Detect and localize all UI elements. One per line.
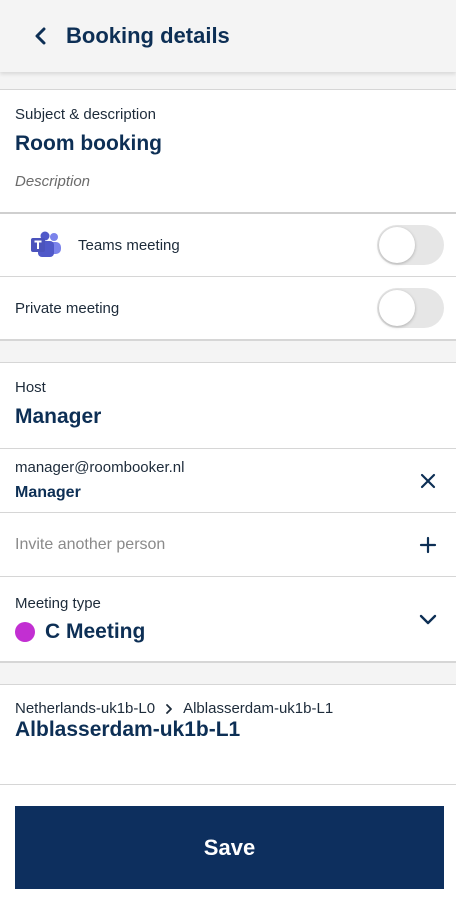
private-meeting-toggle[interactable] (377, 288, 444, 328)
teams-meeting-label: Teams meeting (78, 236, 180, 254)
save-button[interactable]: Save (15, 806, 444, 889)
chevron-left-icon (35, 27, 46, 45)
location-breadcrumb: Netherlands-uk1b-L0 Alblasserdam-uk1b-L1 (15, 700, 441, 717)
subject-section[interactable]: Subject & description Room booking Descr… (0, 90, 456, 214)
chevron-down-icon (419, 614, 437, 625)
host-name: Manager (15, 405, 102, 428)
attendee-name: Manager (15, 484, 81, 501)
remove-attendee-button[interactable] (414, 467, 442, 495)
meeting-type-value: C Meeting (45, 619, 146, 643)
subject-title[interactable]: Room booking (15, 132, 441, 156)
host-section: Host Manager (0, 363, 456, 449)
add-person-button[interactable] (414, 531, 442, 559)
subject-label: Subject & description (15, 106, 156, 123)
toggle-knob (379, 227, 415, 263)
save-container: Save (0, 785, 456, 889)
location-section[interactable]: Netherlands-uk1b-L0 Alblasserdam-uk1b-L1… (0, 685, 456, 785)
toggle-knob (379, 290, 415, 326)
host-label: Host (15, 379, 46, 396)
private-meeting-row: Private meeting (0, 277, 456, 340)
meeting-type-expand-button[interactable] (414, 605, 442, 633)
section-spacer (0, 340, 456, 363)
section-spacer (0, 72, 456, 90)
meeting-type-color-dot (15, 621, 35, 642)
meeting-type-select[interactable]: Meeting type C Meeting (0, 577, 456, 662)
breadcrumb-item[interactable]: Alblasserdam-uk1b-L1 (183, 700, 333, 717)
section-spacer (0, 662, 456, 685)
teams-meeting-toggle[interactable] (377, 225, 444, 265)
invite-row[interactable]: Invite another person (0, 513, 456, 577)
page-title: Booking details (66, 23, 230, 48)
back-button[interactable] (26, 21, 56, 51)
location-name: Alblasserdam-uk1b-L1 (15, 718, 241, 741)
teams-meeting-row: Teams meeting (0, 214, 456, 277)
attendee-row: manager@roombooker.nl Manager (0, 449, 456, 513)
breadcrumb-item[interactable]: Netherlands-uk1b-L0 (15, 700, 155, 717)
meeting-type-label: Meeting type (15, 594, 101, 612)
attendee-email: manager@roombooker.nl (15, 459, 185, 476)
chevron-right-icon (165, 703, 173, 715)
invite-input[interactable]: Invite another person (15, 536, 165, 554)
description-field[interactable]: Description (15, 173, 441, 190)
close-icon (420, 473, 436, 488)
private-meeting-label: Private meeting (15, 299, 120, 317)
plus-icon (419, 536, 437, 553)
microsoft-teams-icon (29, 228, 63, 262)
app-header: Booking details (0, 0, 456, 72)
